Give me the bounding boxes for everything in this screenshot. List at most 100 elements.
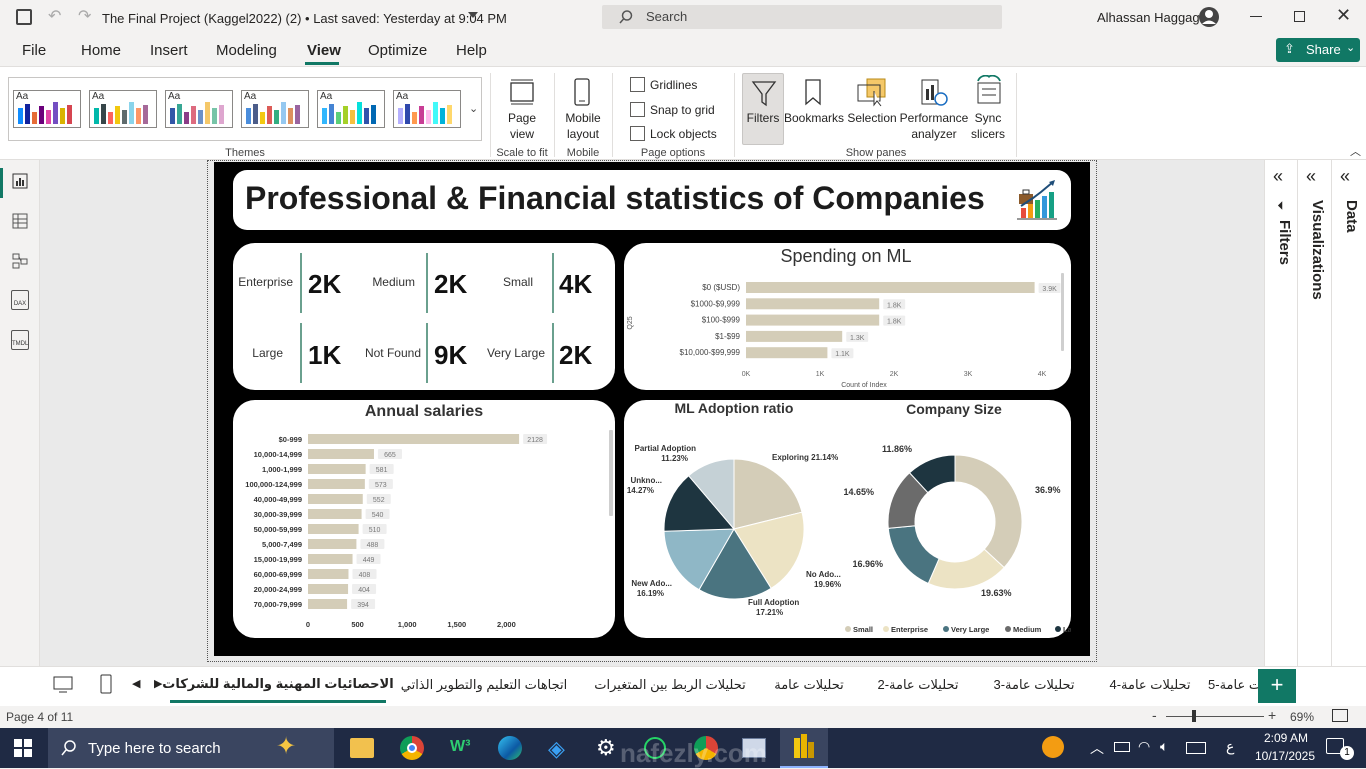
- status-bar: Page 4 of 11 - + 69%: [0, 706, 1366, 728]
- chatgpt-icon[interactable]: ⚙: [596, 735, 616, 761]
- user-name[interactable]: Alhassan Haggag: [1097, 10, 1200, 25]
- x-tick-label: 1,500: [447, 620, 466, 629]
- annual-salaries-card[interactable]: Annual salaries $0-999 2128 10,000-14,999 66…: [233, 400, 615, 638]
- model-view-icon[interactable]: [11, 252, 29, 270]
- vscode-icon[interactable]: ◈: [548, 736, 565, 762]
- page-tab[interactable]: تحليلات الربط بين المتغيرات: [582, 667, 758, 703]
- page-tab[interactable]: تحليلات عامة-4: [1092, 667, 1208, 703]
- windows-start-icon[interactable]: [14, 739, 32, 757]
- kpi-card[interactable]: Enterprise 2K Medium 2K Small 4K Large 1…: [233, 243, 615, 390]
- volume-icon[interactable]: 🔈︎: [1160, 738, 1168, 755]
- expand-visualizations-icon[interactable]: «: [1306, 166, 1316, 187]
- collapse-ribbon-icon[interactable]: ︿: [1350, 143, 1361, 159]
- themes-more-icon[interactable]: ⌄: [469, 102, 478, 115]
- share-button[interactable]: ⇪ Share ⌄: [1276, 38, 1360, 62]
- sync-slicers-icon[interactable]: [972, 75, 1006, 107]
- spending-ml-chart[interactable]: Spending on ML Q25 $0 ($USD) 3.9K $1000-$9,9…: [624, 243, 1071, 390]
- keyboard-icon[interactable]: [1186, 742, 1206, 754]
- clock-date[interactable]: 10/17/2025: [1250, 749, 1320, 763]
- add-page-button[interactable]: +: [1258, 669, 1296, 703]
- maximize-button[interactable]: [1294, 11, 1305, 22]
- tabs-next-icon[interactable]: ▶: [154, 677, 162, 690]
- theme-thumb-2[interactable]: Aa: [89, 90, 157, 128]
- performance-analyzer-icon[interactable]: [918, 77, 950, 107]
- theme-thumb-6[interactable]: Aa: [393, 90, 461, 128]
- input-language[interactable]: ع: [1226, 738, 1234, 755]
- bookmark-icon[interactable]: [800, 77, 826, 107]
- bar: [308, 464, 366, 474]
- filters-pane-collapsed[interactable]: « ⏷ Filters: [1265, 160, 1298, 666]
- redo-icon[interactable]: ↷: [78, 6, 91, 26]
- app-w3-icon[interactable]: W³: [450, 738, 470, 756]
- dax-query-view-icon[interactable]: DAX: [11, 290, 29, 310]
- theme-thumb-3[interactable]: Aa: [165, 90, 233, 128]
- user-avatar-icon[interactable]: [1198, 6, 1220, 28]
- page-tab[interactable]: اتجاهات التعليم والتطوير الذاتي: [386, 667, 582, 703]
- page-view-button[interactable]: Page view: [500, 110, 544, 142]
- clock-time[interactable]: 2:09 AM: [1256, 731, 1316, 745]
- chrome-icon[interactable]: [400, 736, 424, 760]
- x-tick-label: 4K: [1038, 371, 1047, 378]
- zoom-in-button[interactable]: +: [1268, 707, 1276, 723]
- weather-icon[interactable]: [1042, 736, 1064, 758]
- visualizations-pane-collapsed[interactable]: « Visualizations: [1298, 160, 1332, 666]
- table-view-icon[interactable]: [11, 212, 29, 230]
- wifi-icon[interactable]: ◠: [1138, 738, 1150, 755]
- selection-icon[interactable]: [855, 77, 889, 107]
- menu-help[interactable]: Help: [456, 42, 487, 59]
- file-explorer-icon[interactable]: [350, 738, 374, 758]
- minimize-button[interactable]: [1250, 16, 1262, 17]
- page-tab[interactable]: تحليلات عامة-2: [860, 667, 976, 703]
- category-label: $1000-$9,999: [691, 299, 741, 308]
- fit-to-page-icon[interactable]: [1332, 709, 1348, 722]
- kpi-value-very-large: 2K: [559, 340, 593, 370]
- theme-thumb-text: Aa: [396, 91, 409, 102]
- tmdl-view-icon[interactable]: TMDL: [11, 330, 29, 350]
- snap-to-grid-checkbox[interactable]: [630, 102, 645, 117]
- title-card[interactable]: Professional & Financial statistics of C…: [233, 170, 1071, 230]
- page-tab-active[interactable]: الاحصائيات المهنية والمالية للشركات: [162, 667, 394, 703]
- expand-data-icon[interactable]: «: [1340, 166, 1350, 187]
- show-hidden-icons[interactable]: ︿: [1090, 738, 1104, 758]
- report-view-icon[interactable]: [11, 172, 29, 190]
- spending-ml-card[interactable]: Spending on ML Q25 $0 ($USD) 3.9K $1000-$9,9…: [624, 243, 1071, 390]
- zoom-slider[interactable]: [1166, 716, 1264, 717]
- filters-pane-button[interactable]: [742, 73, 784, 145]
- lock-objects-checkbox[interactable]: [630, 126, 645, 141]
- theme-thumb-5[interactable]: Aa: [317, 90, 385, 128]
- title-dropdown-icon[interactable]: [468, 12, 478, 18]
- battery-icon[interactable]: [1114, 742, 1130, 752]
- search-box[interactable]: Search: [602, 5, 1002, 29]
- desktop-layout-icon[interactable]: [52, 675, 74, 695]
- expand-filters-icon[interactable]: «: [1273, 166, 1283, 187]
- menu-optimize[interactable]: Optimize: [368, 42, 427, 59]
- page-tab-partial[interactable]: تحليلات عامة-5: [1208, 667, 1258, 703]
- taskbar-search-box[interactable]: Type here to search ✦: [48, 728, 334, 768]
- tabs-prev-icon[interactable]: ◀: [132, 677, 140, 690]
- mobile-layout-button[interactable]: Mobile layout: [560, 110, 606, 142]
- gridlines-checkbox[interactable]: [630, 77, 645, 92]
- undo-icon[interactable]: ↶: [48, 6, 61, 26]
- annual-salaries-chart[interactable]: Annual salaries $0-999 2128 10,000-14,999 66…: [233, 400, 615, 638]
- page-view-icon[interactable]: [507, 77, 537, 107]
- zoom-out-button[interactable]: -: [1152, 707, 1157, 723]
- mobile-layout-icon[interactable]: [570, 77, 594, 107]
- menu-file[interactable]: File: [22, 42, 46, 59]
- theme-thumb-4[interactable]: Aa: [241, 90, 309, 128]
- adoption-size-charts[interactable]: ML Adoption ratio Exploring 21.14% No Ado.…: [624, 400, 1071, 638]
- zoom-slider-thumb[interactable]: [1192, 710, 1196, 722]
- save-icon[interactable]: [16, 9, 32, 25]
- menu-home[interactable]: Home: [81, 42, 121, 59]
- page-tab[interactable]: تحليلات عامة-3: [976, 667, 1092, 703]
- menu-insert[interactable]: Insert: [150, 42, 188, 59]
- page-tab[interactable]: تحليلات عامة: [758, 667, 860, 703]
- menu-modeling[interactable]: Modeling: [216, 42, 277, 59]
- menu-view[interactable]: View: [307, 42, 341, 59]
- data-pane-collapsed[interactable]: « Data: [1332, 160, 1366, 666]
- edge-icon[interactable]: [498, 736, 522, 760]
- phone-layout-icon[interactable]: [98, 673, 114, 695]
- close-button[interactable]: ✕: [1336, 5, 1351, 26]
- powerbi-taskbar-icon[interactable]: [780, 728, 828, 768]
- theme-thumb-1[interactable]: Aa: [13, 90, 81, 128]
- adoption-size-card[interactable]: ML Adoption ratio Exploring 21.14% No Ado.…: [624, 400, 1071, 638]
